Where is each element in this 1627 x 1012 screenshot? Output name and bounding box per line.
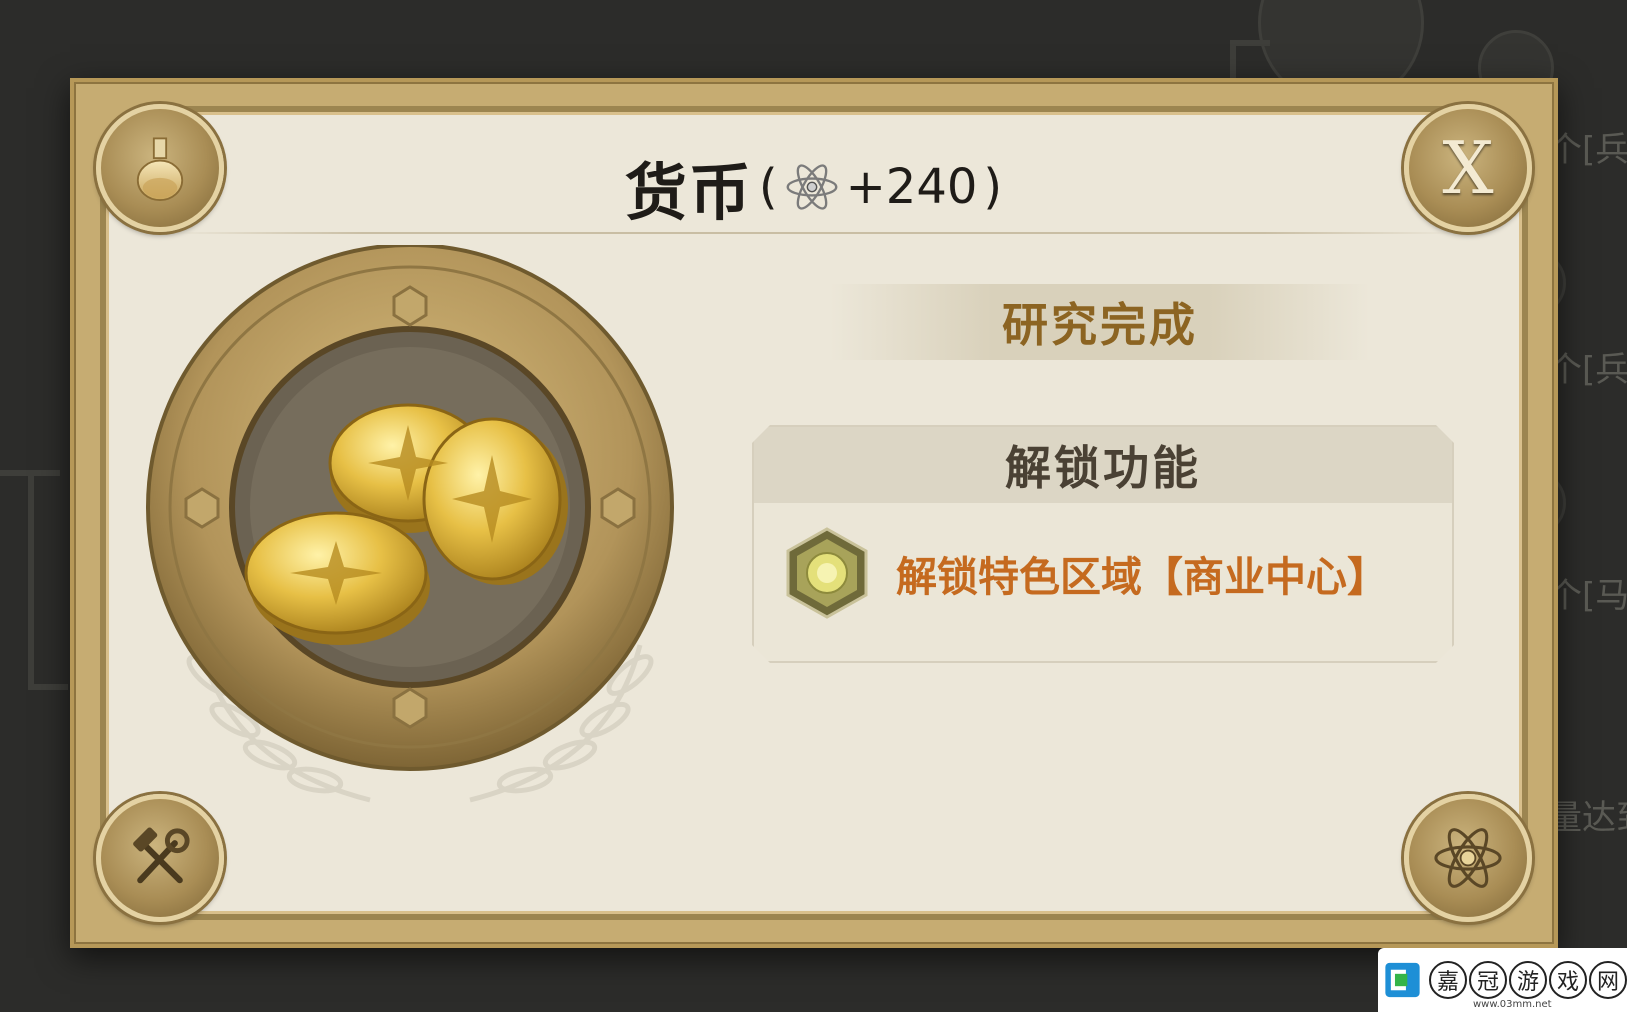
watermark-url: www.03mm.net	[1473, 999, 1552, 1010]
atom-icon	[1434, 828, 1502, 888]
title-paren-open: (	[758, 159, 778, 215]
atom-icon	[786, 164, 838, 210]
research-point-gain: +240	[845, 159, 978, 215]
atom-corner	[1404, 794, 1532, 922]
unlock-header: 解锁功能	[754, 427, 1452, 503]
coin-hex-icon	[784, 527, 870, 619]
unlock-item-text: 解锁特色区域【商业中心】	[896, 553, 1388, 601]
watermark-char: 网	[1589, 961, 1627, 999]
research-complete-text: 研究完成	[1002, 298, 1198, 352]
watermark-char: 戏	[1549, 961, 1587, 999]
unlock-panel: 解锁功能 解锁特色区域【商业中心】	[752, 425, 1454, 663]
tools-icon	[133, 827, 190, 884]
unlock-item[interactable]: 解锁特色区域【商业中心】	[784, 525, 1432, 621]
watermark-text: 嘉 冠 游 戏 网	[1429, 961, 1627, 999]
title-divider	[170, 232, 1457, 234]
tools-corner	[96, 794, 224, 922]
bg-label: 个[马	[1548, 576, 1627, 616]
bg-label: 个[兵	[1548, 350, 1627, 390]
watermark-logo-icon	[1385, 962, 1420, 998]
site-watermark: 嘉 冠 游 戏 网 www.03mm.net	[1378, 948, 1627, 1012]
watermark-char: 游	[1509, 961, 1547, 999]
watermark-char: 嘉	[1429, 961, 1467, 999]
bg-label: 量达到	[1548, 798, 1627, 838]
currency-medallion	[146, 245, 674, 803]
research-complete-banner: 研究完成	[830, 284, 1370, 360]
unlock-header-text: 解锁功能	[1005, 441, 1201, 495]
title-text: 货币	[624, 156, 753, 229]
title-paren-close: )	[983, 159, 1003, 215]
watermark-char: 冠	[1469, 961, 1507, 999]
dialog-title: 货币 ( +240 )	[0, 142, 1627, 232]
